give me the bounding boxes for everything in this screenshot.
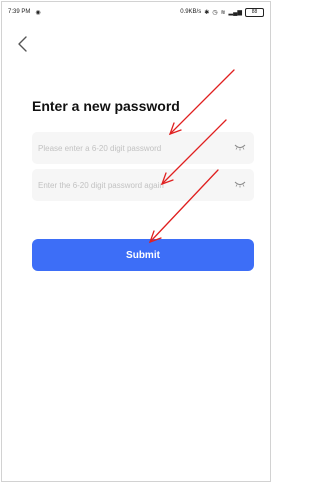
new-password-field[interactable]: [32, 132, 254, 164]
eye-hidden-icon[interactable]: [234, 180, 246, 188]
status-bar: 7:39 PM ◉ 0.9KB/s ✱ ◷ ≋ ▂▄▆ 88: [8, 6, 264, 18]
new-password-input[interactable]: [38, 132, 228, 164]
battery-icon: 88: [245, 7, 264, 17]
signal-icon: ▂▄▆: [228, 9, 242, 16]
status-time: 7:39 PM: [8, 9, 31, 15]
notification-icon: ◉: [35, 9, 41, 16]
confirm-password-input[interactable]: [38, 169, 228, 201]
network-speed: 0.9KB/s: [180, 9, 202, 15]
back-button[interactable]: [15, 34, 31, 54]
bluetooth-icon: ✱: [204, 9, 210, 16]
submit-button[interactable]: Submit: [32, 239, 254, 271]
eye-hidden-icon[interactable]: [234, 143, 246, 151]
confirm-password-field[interactable]: [32, 169, 254, 201]
page-title: Enter a new password: [32, 98, 180, 114]
wifi-icon: ≋: [220, 9, 226, 16]
back-icon: [18, 36, 27, 52]
phone-frame: 7:39 PM ◉ 0.9KB/s ✱ ◷ ≋ ▂▄▆ 88 Enter a n…: [1, 1, 271, 482]
alarm-icon: ◷: [212, 9, 218, 16]
